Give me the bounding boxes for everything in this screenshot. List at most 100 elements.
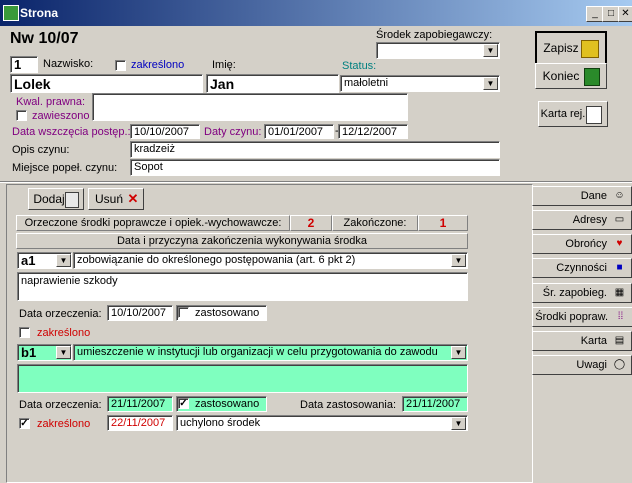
tab-uwagi[interactable]: Uwagi ◯ bbox=[532, 355, 632, 375]
address-card-icon: ▭ bbox=[614, 214, 625, 225]
chevron-down-icon[interactable]: ▼ bbox=[451, 346, 466, 359]
zawieszono-checkbox[interactable] bbox=[16, 110, 27, 121]
zapisz-button[interactable]: Zapisz bbox=[535, 31, 607, 66]
shapes-icon: ■ bbox=[616, 262, 623, 273]
measure-a1-data-orzeczenia[interactable]: 10/10/2007 bbox=[107, 305, 173, 321]
imie-field[interactable]: Jan bbox=[206, 74, 339, 93]
tab-label: Karta bbox=[580, 335, 607, 347]
case-number: Nw 10/07 bbox=[10, 30, 79, 47]
chevron-down-icon[interactable]: ▼ bbox=[483, 77, 498, 90]
data-zastosowania-label: Data zastosowania: bbox=[300, 399, 396, 411]
nazwisko-label: Nazwisko: bbox=[43, 58, 94, 70]
tab-strip-edge bbox=[532, 375, 533, 483]
dodaj-button[interactable]: Dodaj bbox=[28, 188, 84, 210]
measure-a1-zastosowano-checkbox[interactable] bbox=[178, 307, 189, 318]
tab-obroncy[interactable]: Obrońcy ♥ bbox=[532, 234, 632, 254]
data-orzeczenia-label: Data orzeczenia: bbox=[19, 399, 102, 411]
person-number-field[interactable]: 1 bbox=[10, 56, 38, 73]
zakreslono-label: zakreślono bbox=[131, 59, 185, 71]
measure-a1-description-select[interactable]: zobowiązanie do określonego postępowania… bbox=[73, 252, 468, 269]
chevron-down-icon[interactable]: ▼ bbox=[483, 44, 498, 57]
zakreslono-label: zakreślono bbox=[37, 418, 91, 430]
zapisz-label: Zapisz bbox=[543, 41, 579, 55]
chevron-down-icon[interactable]: ▼ bbox=[56, 346, 71, 359]
grid-icon: ▦ bbox=[614, 287, 625, 298]
card-icon bbox=[586, 106, 602, 124]
measure-b1-end-reason-select[interactable]: uchylono środek bbox=[176, 415, 468, 431]
measure-b1-data-zastosowania[interactable]: 21/11/2007 bbox=[402, 396, 468, 412]
measure-b1-zakreslono-checkbox[interactable]: ✓ bbox=[19, 418, 30, 429]
app-icon bbox=[3, 5, 19, 21]
tab-label: Środki popraw. bbox=[535, 311, 608, 323]
ended-label: Zakończone: bbox=[332, 215, 418, 231]
measure-b1-end-date[interactable]: 22/11/2007 bbox=[107, 415, 173, 431]
tab-adresy[interactable]: Adresy ▭ bbox=[532, 210, 632, 230]
measure-a1-zastosowano-box: zastosowano bbox=[176, 305, 267, 321]
tab-label: Śr. zapobieg. bbox=[542, 287, 607, 299]
tab-dane[interactable]: Dane ☺ bbox=[532, 186, 632, 206]
koniec-button[interactable]: Koniec bbox=[535, 63, 607, 89]
opis-czynu-label: Opis czynu: bbox=[12, 144, 70, 156]
chevron-down-icon[interactable]: ▼ bbox=[56, 254, 71, 267]
zastosowano-label: zastosowano bbox=[195, 398, 260, 410]
dots-grid-icon: ⁞⁞ bbox=[617, 311, 624, 322]
tab-label: Dane bbox=[580, 190, 607, 202]
karta-rej-label: Karta rej. bbox=[540, 108, 586, 120]
add-doc-icon bbox=[65, 192, 79, 208]
kwal-prawna-field[interactable] bbox=[92, 93, 408, 121]
measure-b1-zastosowano-box: zastosowano bbox=[176, 396, 267, 412]
imie-label: Imię: bbox=[212, 59, 236, 71]
data-czynu-od-field[interactable]: 01/01/2007 bbox=[264, 124, 334, 139]
kwal-prawna-label: Kwal. prawna: bbox=[16, 96, 86, 108]
srodek-zapobiegawczy-select[interactable] bbox=[376, 42, 500, 59]
ended-count: 1 bbox=[418, 215, 468, 231]
window-title: Strona bbox=[20, 6, 59, 20]
karta-rej-button[interactable]: Karta rej. bbox=[538, 101, 608, 127]
daty-czynu-label: Daty czynu: bbox=[204, 126, 262, 138]
document-icon: ▤ bbox=[614, 335, 625, 346]
close-icon[interactable]: ✕ bbox=[618, 6, 632, 22]
exit-door-icon bbox=[584, 68, 600, 86]
shield-icon: ♥ bbox=[616, 238, 623, 249]
measure-a1-zakreslono-checkbox[interactable] bbox=[19, 327, 30, 338]
tab-karta[interactable]: Karta ▤ bbox=[532, 331, 632, 351]
speech-bubble-icon: ◯ bbox=[613, 359, 626, 370]
usun-label: Usuń bbox=[94, 192, 123, 206]
measure-b1-zastosowano-checkbox[interactable]: ✓ bbox=[178, 398, 189, 409]
data-czynu-do-field[interactable]: 12/12/2007 bbox=[338, 124, 408, 139]
divider bbox=[0, 182, 632, 183]
miejsce-field[interactable]: Sopot bbox=[130, 159, 500, 176]
srodek-zapobiegawczy-label: Środek zapobiegawczy: bbox=[376, 29, 493, 41]
tab-srodki-popraw[interactable]: Środki popraw. ⁞⁞ bbox=[532, 307, 632, 327]
measure-b1-data-orzeczenia[interactable]: 21/11/2007 bbox=[107, 396, 173, 412]
zawieszono-label: zawieszono bbox=[32, 110, 90, 122]
data-wszczecia-field[interactable]: 10/10/2007 bbox=[130, 124, 200, 139]
tab-label: Obrońcy bbox=[565, 238, 607, 250]
measure-b1-description-select[interactable]: umieszczenie w instytucji lub organizacj… bbox=[73, 344, 468, 361]
zastosowano-label: zastosowano bbox=[195, 307, 260, 319]
end-reason-header: Data i przyczyna zakończenia wykonywania… bbox=[16, 233, 468, 249]
dodaj-label: Dodaj bbox=[33, 192, 65, 206]
measures-header-bar: Orzeczone środki poprawcze i opiek.-wych… bbox=[16, 215, 290, 231]
data-wszczecia-label: Data wszczęcia postęp.: bbox=[12, 126, 131, 138]
person-icon: ☺ bbox=[614, 190, 625, 201]
save-hand-icon bbox=[581, 40, 599, 58]
zakreslono-checkbox[interactable] bbox=[115, 60, 126, 71]
tab-label: Adresy bbox=[572, 214, 607, 226]
status-label: Status: bbox=[342, 60, 377, 72]
measure-b1-notes[interactable] bbox=[17, 364, 468, 393]
status-select[interactable]: małoletni bbox=[340, 75, 500, 92]
tab-sr-zapobieg[interactable]: Śr. zapobieg. ▦ bbox=[532, 283, 632, 303]
delete-icon: ✕ bbox=[127, 191, 139, 206]
koniec-label: Koniec bbox=[542, 69, 580, 83]
title-bar: Strona _ □ ✕ bbox=[0, 0, 632, 26]
opis-czynu-field[interactable]: kradzeiż bbox=[130, 141, 500, 158]
tab-czynnosci[interactable]: Czynności ■ bbox=[532, 258, 632, 278]
nazwisko-field[interactable]: Lolek bbox=[10, 74, 203, 93]
data-orzeczenia-label: Data orzeczenia: bbox=[19, 308, 102, 320]
measure-a1-notes[interactable]: naprawienie szkody bbox=[17, 272, 468, 301]
chevron-down-icon[interactable]: ▼ bbox=[451, 254, 466, 267]
usun-button[interactable]: Usuń ✕ bbox=[88, 188, 144, 210]
miejsce-label: Miejsce popeł. czynu: bbox=[12, 162, 118, 174]
chevron-down-icon[interactable]: ▼ bbox=[451, 417, 466, 430]
